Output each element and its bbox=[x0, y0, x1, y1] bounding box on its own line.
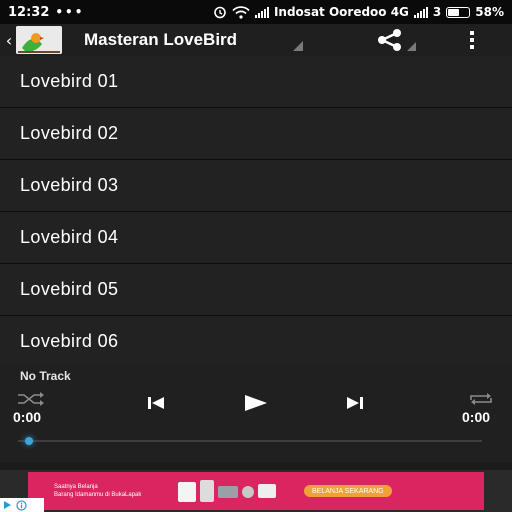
repeat-icon bbox=[470, 393, 492, 405]
more-dots-icon: ••• bbox=[55, 5, 85, 19]
seek-thumb[interactable] bbox=[25, 437, 33, 445]
seek-bar[interactable] bbox=[18, 440, 482, 442]
shuffle-button[interactable] bbox=[14, 390, 48, 408]
previous-icon bbox=[148, 397, 164, 409]
ad-banner[interactable]: Saatnya Belanja Barang Idamanmu di BukaL… bbox=[0, 470, 512, 512]
list-item[interactable]: Lovebird 05 bbox=[0, 264, 512, 316]
track-title: Lovebird 05 bbox=[20, 279, 119, 299]
ad-play-icon bbox=[4, 501, 11, 509]
now-playing-title: No Track bbox=[20, 369, 71, 383]
share-button[interactable] bbox=[370, 26, 410, 54]
ad-text: Saatnya Belanja Barang Idamanmu di BukaL… bbox=[54, 483, 164, 499]
ad-product-image bbox=[174, 478, 284, 504]
signal-icon bbox=[254, 6, 269, 18]
dropdown-indicator-icon bbox=[293, 41, 303, 51]
wifi-icon bbox=[232, 5, 250, 19]
list-item[interactable]: Lovebird 03 bbox=[0, 160, 512, 212]
alarm-icon bbox=[214, 6, 226, 19]
list-item[interactable]: Lovebird 02 bbox=[0, 108, 512, 160]
overflow-menu-button[interactable] bbox=[460, 26, 484, 54]
ad-cta-button[interactable]: BELANJA SEKARANG bbox=[304, 485, 392, 497]
repeat-button[interactable] bbox=[464, 390, 498, 408]
ad-line-2: Barang Idamanmu di BukaLapak bbox=[54, 492, 142, 498]
track-list: Lovebird 01 Lovebird 02 Lovebird 03 Love… bbox=[0, 56, 512, 368]
lovebird-logo[interactable] bbox=[16, 26, 62, 54]
info-icon bbox=[16, 499, 27, 511]
previous-button[interactable] bbox=[142, 392, 170, 414]
battery-percent: 58% bbox=[475, 5, 504, 19]
app-title: Masteran LoveBird bbox=[84, 30, 238, 49]
track-title: Lovebird 03 bbox=[20, 175, 119, 195]
app-bar: ‹ Masteran LoveBird bbox=[0, 24, 512, 56]
shuffle-icon bbox=[18, 392, 44, 406]
sim-slot: 3 bbox=[432, 5, 442, 19]
track-title: Lovebird 02 bbox=[20, 123, 119, 143]
back-icon[interactable]: ‹ bbox=[2, 26, 16, 54]
overflow-menu-icon bbox=[470, 31, 474, 49]
player-panel: No Track 0:00 0:00 bbox=[0, 364, 512, 462]
list-item[interactable]: Lovebird 04 bbox=[0, 212, 512, 264]
play-button[interactable] bbox=[238, 390, 274, 416]
list-item[interactable]: Lovebird 01 bbox=[0, 56, 512, 108]
track-title: Lovebird 01 bbox=[20, 71, 119, 91]
ad-choices-badge[interactable] bbox=[0, 498, 44, 512]
share-icon bbox=[378, 29, 401, 51]
list-item[interactable]: Lovebird 06 bbox=[0, 316, 512, 368]
next-icon bbox=[347, 397, 363, 409]
ad-content[interactable]: Saatnya Belanja Barang Idamanmu di BukaL… bbox=[28, 472, 484, 510]
elapsed-time: 0:00 bbox=[13, 409, 42, 425]
ad-line-1: Saatnya Belanja bbox=[54, 484, 98, 490]
play-icon bbox=[245, 395, 267, 411]
track-title: Lovebird 06 bbox=[20, 331, 119, 351]
signal-icon bbox=[413, 6, 428, 18]
status-time: 12:32 bbox=[8, 4, 50, 20]
battery-icon bbox=[446, 6, 471, 18]
next-button[interactable] bbox=[341, 392, 369, 414]
carrier-name: Indosat Ooredoo 4G bbox=[273, 5, 409, 19]
duration-time: 0:00 bbox=[462, 409, 491, 425]
status-bar: 12:32 ••• Indosat Ooredoo 4G 3 58% bbox=[0, 0, 512, 24]
dropdown-indicator-icon bbox=[407, 42, 416, 51]
track-title: Lovebird 04 bbox=[20, 227, 119, 247]
